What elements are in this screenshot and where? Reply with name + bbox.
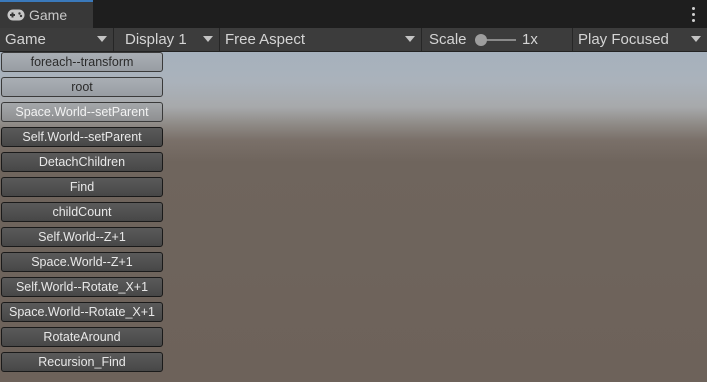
tab-game[interactable]: Game [0, 0, 93, 28]
find-button[interactable]: Find [1, 177, 163, 197]
chevron-down-icon [691, 36, 701, 42]
display-select-label: Display 1 [125, 31, 187, 48]
game-view-toolbar: Game Display 1 Free Aspect Scale 1x Play… [0, 28, 707, 52]
tab-title: Game [29, 7, 68, 23]
detach-children-button[interactable]: DetachChildren [1, 152, 163, 172]
aspect-select-label: Free Aspect [225, 31, 306, 48]
play-mode-select-dropdown[interactable]: Play Focused [573, 28, 707, 51]
tab-bar: Game [0, 0, 707, 28]
view-select-dropdown[interactable]: Game [0, 28, 114, 51]
play-mode-select-label: Play Focused [578, 31, 669, 48]
foreach-transform-button[interactable]: foreach--transform [1, 52, 163, 72]
chevron-down-icon [203, 36, 213, 42]
self-world-z-plus-button[interactable]: Self.World--Z+1 [1, 227, 163, 247]
self-world-rotate-x-button[interactable]: Self.World--Rotate_X+1 [1, 277, 163, 297]
space-world-setparent-button[interactable]: Space.World--setParent [1, 102, 163, 122]
display-select-dropdown[interactable]: Display 1 [114, 28, 220, 51]
scale-value: 1x [522, 31, 538, 48]
more-options-icon[interactable] [689, 5, 697, 23]
scale-label: Scale [429, 31, 467, 48]
rotate-around-button[interactable]: RotateAround [1, 327, 163, 347]
self-world-setparent-button[interactable]: Self.World--setParent [1, 127, 163, 147]
chevron-down-icon [97, 36, 107, 42]
view-select-label: Game [5, 31, 46, 48]
scale-control: Scale 1x [422, 28, 573, 51]
scale-slider-handle[interactable] [475, 34, 487, 46]
space-world-z-plus-button[interactable]: Space.World--Z+1 [1, 252, 163, 272]
space-world-rotate-x-button[interactable]: Space.World--Rotate_X+1 [1, 302, 163, 322]
aspect-select-dropdown[interactable]: Free Aspect [220, 28, 422, 51]
root-button[interactable]: root [1, 77, 163, 97]
chevron-down-icon [405, 36, 415, 42]
gamepad-icon [7, 9, 25, 21]
recursion-find-button[interactable]: Recursion_Find [1, 352, 163, 372]
child-count-button[interactable]: childCount [1, 202, 163, 222]
